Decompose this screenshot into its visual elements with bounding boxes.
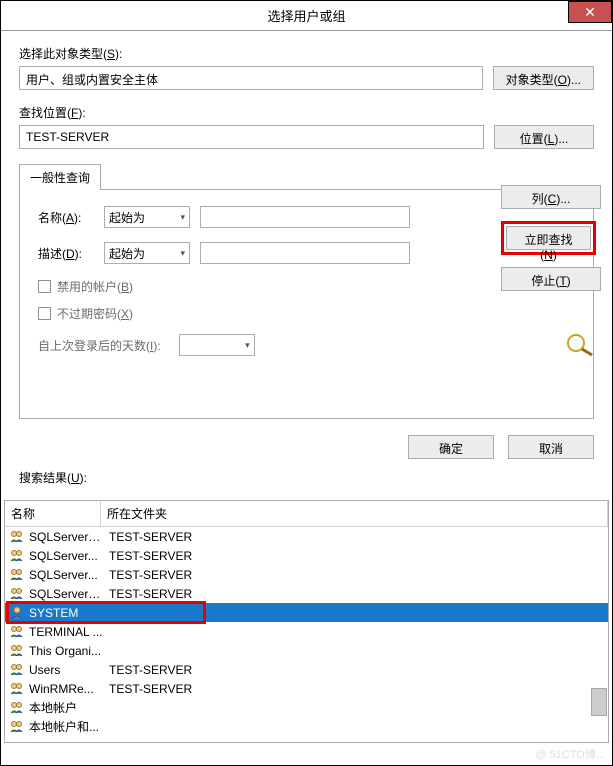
group-icon	[9, 586, 25, 602]
stop-button[interactable]: 停止(T)	[501, 267, 601, 291]
list-row[interactable]: 本地帐户和...	[5, 717, 608, 736]
columns-button[interactable]: 列(C)...	[501, 185, 601, 209]
disabled-label: 禁用的帐户(B)	[57, 278, 133, 295]
noexpire-checkbox[interactable]	[38, 307, 51, 320]
days-row: 自上次登录后的天数(I): ▾	[38, 334, 575, 356]
chevron-down-icon: ▾	[180, 212, 185, 223]
location-label: 查找位置(F):	[19, 104, 594, 121]
results-label: 搜索结果(U):	[19, 469, 594, 486]
object-types-button[interactable]: 对象类型(O)...	[493, 66, 594, 90]
cell-name: SYSTEM	[29, 606, 105, 620]
list-row[interactable]: SQLServer... TEST-SERVER	[5, 546, 608, 565]
bottom-buttons: 确定 取消	[19, 435, 594, 459]
cell-name: SQLServer...	[29, 568, 105, 582]
desc-row: 描述(D): 起始为 ▾	[38, 242, 575, 264]
group-icon	[9, 681, 25, 697]
list-body[interactable]: SQLServer2... TEST-SERVER SQLServer... TEST…	[5, 527, 608, 742]
group-icon	[9, 643, 25, 659]
user-icon	[9, 605, 25, 621]
group-icon	[9, 529, 25, 545]
list-row[interactable]: WinRMRe... TEST-SERVER	[5, 679, 608, 698]
cell-name: TERMINAL ...	[29, 625, 105, 639]
list-row[interactable]: SYSTEM	[5, 603, 608, 622]
cell-folder: TEST-SERVER	[109, 682, 604, 696]
cell-folder: TEST-SERVER	[109, 530, 604, 544]
close-button[interactable]: ✕	[568, 1, 612, 23]
query-tab-container: 一般性查询 名称(A): 起始为 ▾ 描述(D): 起始为 ▾ 禁	[19, 163, 594, 419]
object-type-row: 用户、组或内置安全主体 对象类型(O)...	[19, 66, 594, 90]
cell-name: 本地帐户	[29, 699, 105, 716]
right-button-column: 列(C)... 立即查找(N) 停止(T)	[501, 185, 596, 360]
group-icon	[9, 662, 25, 678]
object-type-label: 选择此对象类型(S):	[19, 45, 594, 62]
scrollbar-handle[interactable]	[591, 688, 607, 716]
location-input[interactable]: TEST-SERVER	[19, 125, 484, 149]
cell-name: 本地帐户和...	[29, 718, 105, 735]
group-icon	[9, 700, 25, 716]
name-row: 名称(A): 起始为 ▾	[38, 206, 575, 228]
noexpire-checkbox-row: 不过期密码(X)	[38, 305, 575, 322]
days-label: 自上次登录后的天数(I):	[38, 337, 161, 354]
col-header-folder[interactable]: 所在文件夹	[101, 501, 608, 526]
disabled-checkbox[interactable]	[38, 280, 51, 293]
name-label: 名称(A):	[38, 209, 94, 226]
find-now-button[interactable]: 立即查找(N)	[506, 226, 591, 250]
disabled-checkbox-row: 禁用的帐户(B)	[38, 278, 575, 295]
search-decoration-icon	[564, 331, 596, 360]
group-icon	[9, 624, 25, 640]
list-row[interactable]: SQLServer... TEST-SERVER	[5, 565, 608, 584]
cell-folder: TEST-SERVER	[109, 587, 604, 601]
tab-common-queries[interactable]: 一般性查询	[19, 164, 101, 190]
list-row[interactable]: SQLServer2... TEST-SERVER	[5, 527, 608, 546]
list-row[interactable]: TERMINAL ...	[5, 622, 608, 641]
cell-folder: TEST-SERVER	[109, 549, 604, 563]
cell-name: SQLServerS...	[29, 587, 105, 601]
list-row[interactable]: Users TEST-SERVER	[5, 660, 608, 679]
chevron-down-icon: ▾	[245, 340, 250, 351]
object-type-input[interactable]: 用户、组或内置安全主体	[19, 66, 483, 90]
days-combo[interactable]: ▾	[179, 334, 255, 356]
list-row[interactable]: SQLServerS... TEST-SERVER	[5, 584, 608, 603]
cell-folder: TEST-SERVER	[109, 663, 604, 677]
cell-name: SQLServer2...	[29, 530, 105, 544]
locations-button[interactable]: 位置(L)...	[494, 125, 594, 149]
cell-name: SQLServer...	[29, 549, 105, 563]
location-row: TEST-SERVER 位置(L)...	[19, 125, 594, 149]
results-list: 名称 所在文件夹 SQLServer2...TEST-SERVERSQLServ…	[4, 500, 609, 743]
find-now-highlight: 立即查找(N)	[501, 221, 596, 255]
cell-name: Users	[29, 663, 105, 677]
cancel-button[interactable]: 取消	[508, 435, 594, 459]
desc-combo[interactable]: 起始为 ▾	[104, 242, 190, 264]
close-icon: ✕	[584, 4, 596, 21]
desc-label: 描述(D):	[38, 245, 94, 262]
titlebar: 选择用户或组 ✕	[1, 1, 612, 31]
list-header: 名称 所在文件夹	[5, 501, 608, 527]
chevron-down-icon: ▾	[180, 248, 185, 259]
name-input[interactable]	[200, 206, 410, 228]
desc-input[interactable]	[200, 242, 410, 264]
list-row[interactable]: 本地帐户	[5, 698, 608, 717]
name-combo[interactable]: 起始为 ▾	[104, 206, 190, 228]
col-header-name[interactable]: 名称	[5, 501, 101, 526]
list-row[interactable]: This Organi...	[5, 641, 608, 660]
title-text: 选择用户或组	[1, 6, 612, 25]
ok-button[interactable]: 确定	[408, 435, 494, 459]
group-icon	[9, 719, 25, 735]
group-icon	[9, 567, 25, 583]
cell-name: WinRMRe...	[29, 682, 105, 696]
watermark: @ 51CTO博...	[535, 746, 605, 762]
noexpire-label: 不过期密码(X)	[57, 305, 133, 322]
cell-name: This Organi...	[29, 644, 105, 658]
dialog-content: 选择此对象类型(S): 用户、组或内置安全主体 对象类型(O)... 查找位置(…	[1, 31, 612, 500]
group-icon	[9, 548, 25, 564]
cell-folder: TEST-SERVER	[109, 568, 604, 582]
